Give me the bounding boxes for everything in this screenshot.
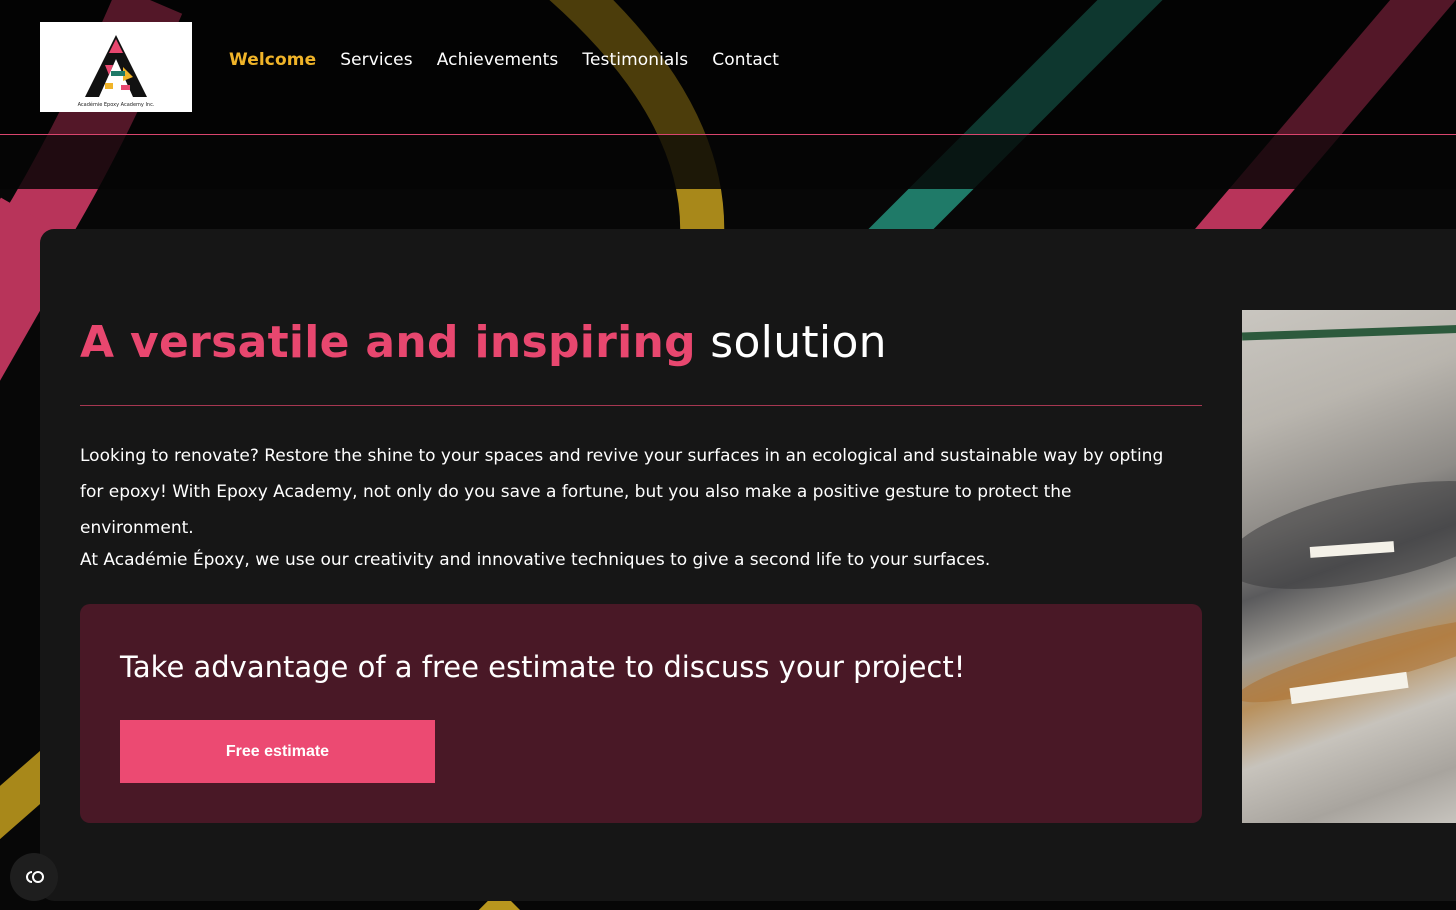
logo-mark-icon: [85, 35, 147, 97]
free-estimate-button[interactable]: Free estimate: [120, 720, 435, 783]
accessibility-button[interactable]: [10, 853, 58, 901]
site-logo[interactable]: Académie Epoxy Academy Inc.: [40, 22, 192, 112]
estimate-callout-text: Take advantage of a free estimate to dis…: [120, 650, 966, 684]
epoxy-floor-photo: [1242, 310, 1456, 823]
nav-contact[interactable]: Contact: [712, 50, 779, 70]
accessibility-icon: [26, 871, 44, 883]
title-divider: [80, 405, 1202, 406]
nav-testimonials[interactable]: Testimonials: [582, 50, 688, 70]
nav-services[interactable]: Services: [340, 50, 413, 70]
photo-swirl: [1242, 459, 1456, 611]
logo-caption: Académie Epoxy Academy Inc.: [77, 102, 155, 108]
hero-title-accent: A versatile and inspiring: [80, 317, 696, 368]
photo-rail: [1242, 323, 1456, 341]
secondary-paragraph: At Académie Époxy, we use our creativity…: [80, 550, 991, 570]
photo-rust-swirl: [1242, 603, 1456, 717]
site-header: Académie Epoxy Academy Inc. Welcome Serv…: [0, 0, 1456, 135]
main-nav: Welcome Services Achievements Testimonia…: [229, 50, 779, 70]
hero-title-plain: solution: [695, 317, 887, 368]
header-spacer-band: [0, 135, 1456, 189]
hero-card: A versatile and inspiring solution Looki…: [40, 229, 1456, 901]
nav-welcome[interactable]: Welcome: [229, 50, 316, 70]
estimate-callout: Take advantage of a free estimate to dis…: [80, 604, 1202, 823]
intro-paragraph: Looking to renovate? Restore the shine t…: [80, 446, 1164, 538]
hero-title: A versatile and inspiring solution: [80, 317, 887, 368]
nav-achievements[interactable]: Achievements: [437, 50, 559, 70]
